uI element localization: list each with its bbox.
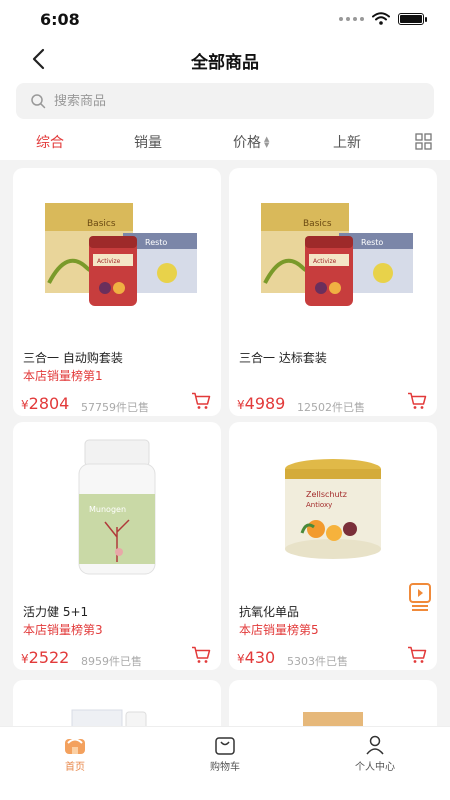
status-bar: 6:08 [0, 0, 450, 40]
svg-text:Antioxy: Antioxy [306, 501, 332, 509]
product-sold-count: 12502件已售 [297, 401, 365, 414]
product-price: ¥2804 [21, 394, 70, 413]
product-rank: 本店销量榜第3 [23, 623, 103, 637]
svg-text:Resto: Resto [145, 238, 167, 247]
search-section [0, 78, 450, 124]
product-card[interactable]: Zellschutz Antioxy 抗氧化单品 本店销量榜第5 ¥430 53… [229, 422, 437, 670]
tab-label: 首页 [65, 762, 85, 773]
home-icon [65, 738, 85, 754]
svg-text:Zellschutz: Zellschutz [306, 490, 347, 499]
filter-sales[interactable]: 销量 [134, 132, 162, 152]
product-sold-count: 8959件已售 [81, 655, 142, 668]
tab-cart[interactable]: 购物车 [185, 735, 265, 773]
add-to-cart-icon[interactable] [191, 392, 211, 410]
search-box[interactable] [16, 83, 434, 119]
product-price: ¥430 [237, 648, 276, 667]
product-rank: 本店销量榜第5 [239, 623, 319, 637]
product-image: Zellschutz Antioxy [229, 422, 437, 592]
product-card[interactable]: Munogen 活力健 5+1 本店销量榜第3 ¥2522 8959件已售 [13, 422, 221, 670]
product-grid: Basics Resto Activize 三合一 自动购套装 本店销量榜第1 … [0, 160, 450, 726]
product-name: 抗氧化单品 [239, 605, 300, 619]
product-price: ¥2522 [21, 648, 70, 667]
svg-text:Resto: Resto [361, 238, 383, 247]
product-name: 三合一 自动购套装 [23, 351, 123, 365]
bottom-tab-bar: 首页 购物车 个人中心 [0, 726, 450, 800]
product-price: ¥4989 [237, 394, 286, 413]
wifi-icon [372, 12, 390, 25]
nav-bar: 全部商品 [0, 40, 450, 78]
product-rank: 本店销量榜第1 [23, 369, 103, 383]
product-card[interactable] [229, 680, 437, 726]
add-to-cart-icon[interactable] [191, 646, 211, 664]
product-card[interactable] [13, 680, 221, 726]
filter-price[interactable]: 价格 ▲ ▼ [233, 132, 269, 152]
product-sold-count: 57759件已售 [81, 401, 149, 414]
product-image: Munogen [13, 422, 221, 592]
signal-icon [339, 16, 364, 21]
product-name: 活力健 5+1 [23, 605, 89, 619]
svg-text:Activize: Activize [313, 258, 337, 265]
product-card[interactable]: Basics Resto Activize 三合一 达标套装 ¥4989 125… [229, 168, 437, 416]
tab-label: 个人中心 [355, 762, 395, 773]
filter-comprehensive[interactable]: 综合 [36, 132, 64, 152]
battery-icon [398, 12, 427, 25]
filter-label: 综合 [36, 135, 64, 151]
add-to-cart-icon[interactable] [407, 392, 427, 410]
status-time: 6:08 [40, 10, 80, 29]
svg-text:Activize: Activize [97, 258, 121, 265]
product-image [13, 680, 221, 726]
search-icon [31, 94, 46, 109]
product-name: 三合一 达标套装 [239, 351, 327, 365]
tab-home[interactable]: 首页 [35, 735, 115, 773]
svg-text:Basics: Basics [303, 219, 332, 229]
video-play-icon[interactable] [408, 582, 432, 612]
svg-text:Munogen: Munogen [89, 505, 126, 514]
filter-new[interactable]: 上新 [333, 132, 361, 152]
shopping-bag-icon [215, 737, 235, 755]
sort-arrows-icon: ▲ ▼ [264, 135, 270, 149]
search-input[interactable] [54, 93, 384, 109]
product-image [229, 680, 437, 726]
person-icon [366, 735, 384, 755]
filter-label: 上新 [333, 135, 361, 151]
tab-label: 购物车 [210, 762, 240, 773]
add-to-cart-icon[interactable] [407, 646, 427, 664]
grid-view-icon[interactable] [415, 133, 432, 150]
filter-bar: 综合 销量 价格 ▲ ▼ 上新 [0, 124, 450, 160]
page-title: 全部商品 [191, 53, 259, 73]
product-image: Basics Resto Activize [229, 168, 437, 338]
tab-profile[interactable]: 个人中心 [335, 735, 415, 773]
basics-text: Basics [87, 219, 116, 229]
product-image: Basics Resto Activize [13, 168, 221, 338]
product-card[interactable]: Basics Resto Activize 三合一 自动购套装 本店销量榜第1 … [13, 168, 221, 416]
product-sold-count: 5303件已售 [287, 655, 348, 668]
status-icons [339, 12, 427, 25]
filter-label: 价格 [233, 135, 261, 151]
filter-label: 销量 [134, 135, 162, 151]
